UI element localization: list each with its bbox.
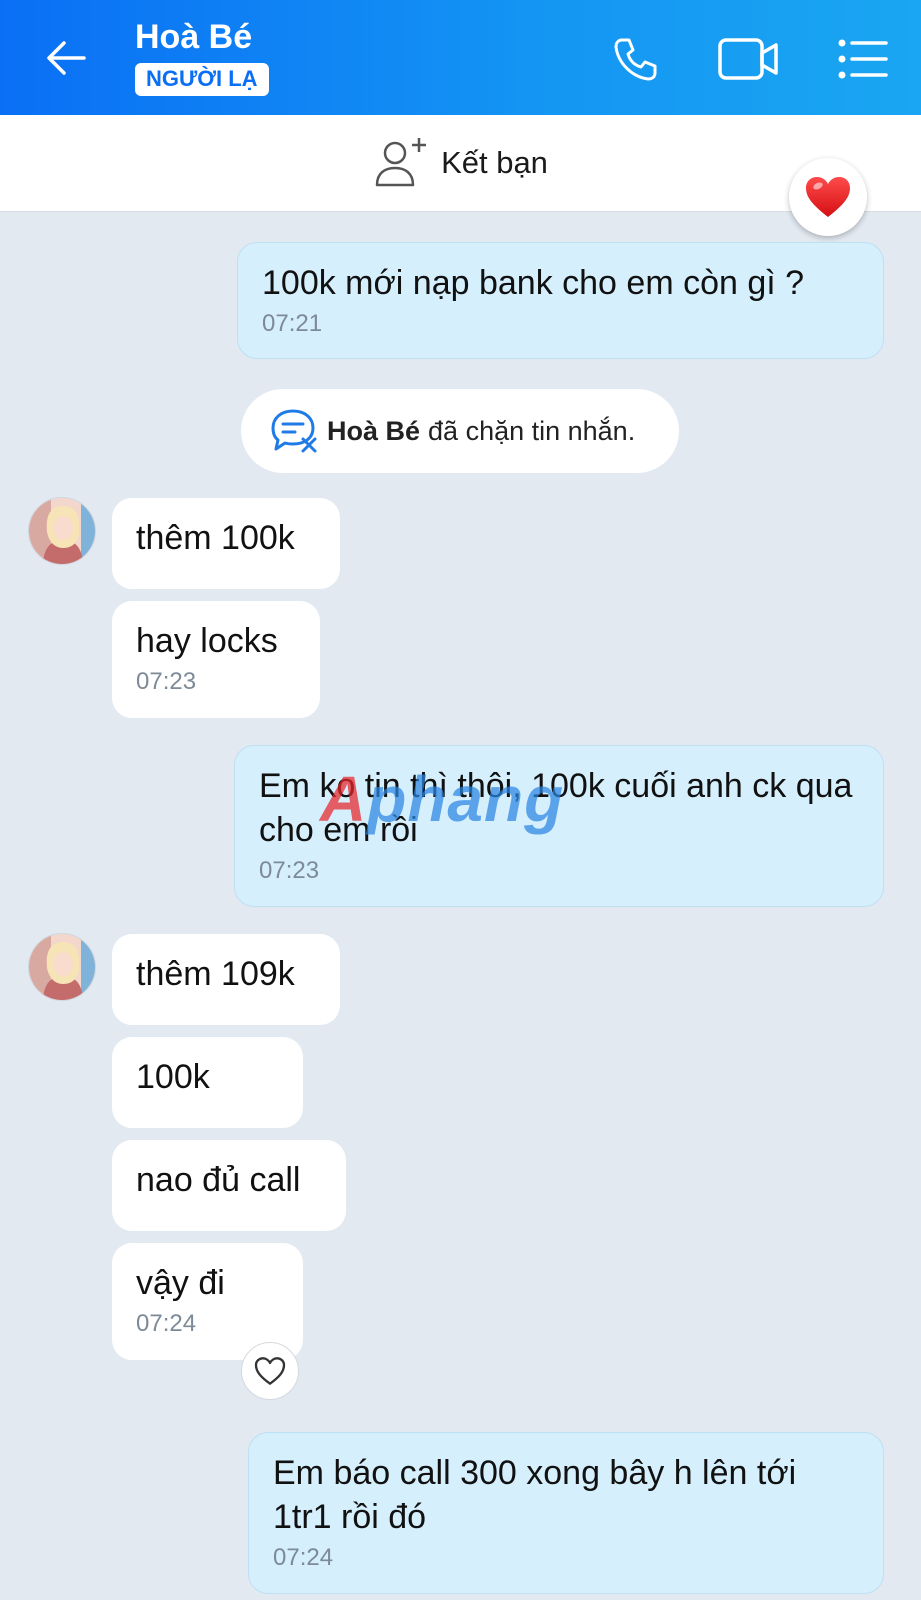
message-bubble-outgoing[interactable]: 100k mới nạp bank cho em còn gì ? 07:21: [237, 242, 884, 359]
avatar[interactable]: [28, 497, 96, 565]
message-text: nao đủ call: [136, 1161, 301, 1199]
message-bubble-incoming[interactable]: nao đủ call: [112, 1140, 346, 1231]
message-text: Em ko tin thì thôi, 100k cuối anh ck qua…: [259, 767, 853, 849]
message-text: hay locks: [136, 622, 278, 660]
stranger-badge: NGƯỜI LẠ: [135, 63, 269, 96]
chat-header: Hoà Bé NGƯỜI LẠ: [0, 0, 921, 115]
user-plus-icon: [375, 138, 427, 187]
phone-icon[interactable]: [610, 34, 660, 84]
message-time: 07:23: [136, 668, 197, 695]
blocked-notice-text: đã chặn tin nhắn.: [428, 415, 636, 446]
message-bubble-outgoing[interactable]: Em ko tin thì thôi, 100k cuối anh ck qua…: [234, 745, 884, 907]
blocked-notice-name: Hoà Bé: [327, 415, 421, 446]
message-text: 100k mới nạp bank cho em còn gì ?: [262, 264, 805, 302]
list-menu-icon[interactable]: [838, 38, 888, 80]
add-friend-label: Kết bạn: [441, 145, 548, 180]
message-bubble-incoming[interactable]: 100k: [112, 1037, 303, 1128]
message-text: 100k: [136, 1058, 210, 1096]
message-bubble-outgoing[interactable]: Em báo call 300 xong bây h lên tới 1tr1 …: [248, 1432, 884, 1594]
message-text: Em báo call 300 xong bây h lên tới 1tr1 …: [273, 1454, 797, 1536]
heart-icon: [806, 177, 850, 217]
chat-blocked-icon: [271, 409, 317, 453]
arrow-left-icon[interactable]: [42, 34, 90, 82]
message-bubble-incoming[interactable]: hay locks 07:23: [112, 601, 320, 718]
message-time: 07:21: [262, 310, 323, 337]
message-time: 07:23: [259, 857, 320, 884]
contact-name[interactable]: Hoà Bé: [135, 18, 252, 57]
add-friend-button[interactable]: Kết bạn: [0, 115, 921, 212]
message-text: thêm 109k: [136, 955, 295, 993]
blocked-notice: Hoà Bé đã chặn tin nhắn.: [241, 389, 679, 473]
message-bubble-incoming[interactable]: thêm 109k: [112, 934, 340, 1025]
message-bubble-incoming[interactable]: thêm 100k: [112, 498, 340, 589]
message-time: 07:24: [273, 1544, 334, 1571]
react-heart-button[interactable]: [241, 1342, 299, 1400]
message-text: thêm 100k: [136, 519, 295, 557]
video-camera-icon[interactable]: [718, 36, 780, 82]
message-time: 07:24: [136, 1310, 197, 1337]
avatar[interactable]: [28, 933, 96, 1001]
heart-icon: [254, 1357, 286, 1385]
message-text: vậy đi: [136, 1264, 225, 1302]
floating-heart-button[interactable]: [789, 158, 867, 236]
